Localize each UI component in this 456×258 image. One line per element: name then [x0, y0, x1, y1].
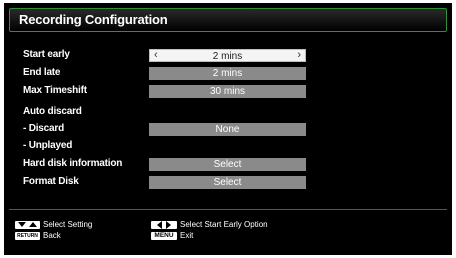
end-late-field[interactable]: 2 mins — [149, 67, 306, 80]
discard-field[interactable]: None — [149, 123, 306, 136]
tv-screen: Recording Configuration Start early ‹ 2 … — [4, 3, 452, 255]
start-early-value: 2 mins — [212, 51, 243, 62]
end-late-label: End late — [23, 67, 61, 78]
footer-divider — [9, 209, 447, 210]
discard-value: None — [215, 124, 240, 135]
menu-key-icon: MENU — [151, 232, 177, 240]
hard-disk-info-button[interactable]: Select — [149, 158, 306, 171]
up-down-arrows-icon — [15, 221, 40, 229]
return-key-icon: RETURN — [15, 232, 40, 240]
left-arrow-icon[interactable]: ‹ — [154, 49, 158, 62]
max-timeshift-field[interactable]: 30 mins — [149, 85, 306, 98]
select-setting-hint: Select Setting — [43, 220, 93, 229]
auto-discard-label: Auto discard — [23, 106, 82, 117]
format-disk-button[interactable]: Select — [149, 176, 306, 189]
select-option-hint: Select Start Early Option — [180, 220, 268, 229]
unplayed-label: - Unplayed — [23, 140, 73, 151]
title-bar: Recording Configuration — [9, 8, 447, 32]
left-right-arrows-icon — [151, 221, 177, 229]
discard-label: - Discard — [23, 123, 64, 134]
max-timeshift-label: Max Timeshift — [23, 85, 87, 96]
format-disk-value: Select — [213, 177, 242, 188]
max-timeshift-value: 30 mins — [209, 86, 245, 97]
format-disk-label: Format Disk — [23, 176, 79, 187]
start-early-field[interactable]: ‹ 2 mins › — [149, 49, 306, 62]
end-late-value: 2 mins — [212, 68, 243, 79]
back-hint: Back — [43, 231, 61, 240]
right-arrow-icon[interactable]: › — [297, 49, 301, 62]
exit-hint: Exit — [180, 231, 194, 240]
hard-disk-info-value: Select — [213, 159, 242, 170]
start-early-label: Start early — [23, 49, 70, 60]
page-title: Recording Configuration — [19, 12, 168, 27]
hard-disk-info-label: Hard disk information — [23, 158, 123, 169]
